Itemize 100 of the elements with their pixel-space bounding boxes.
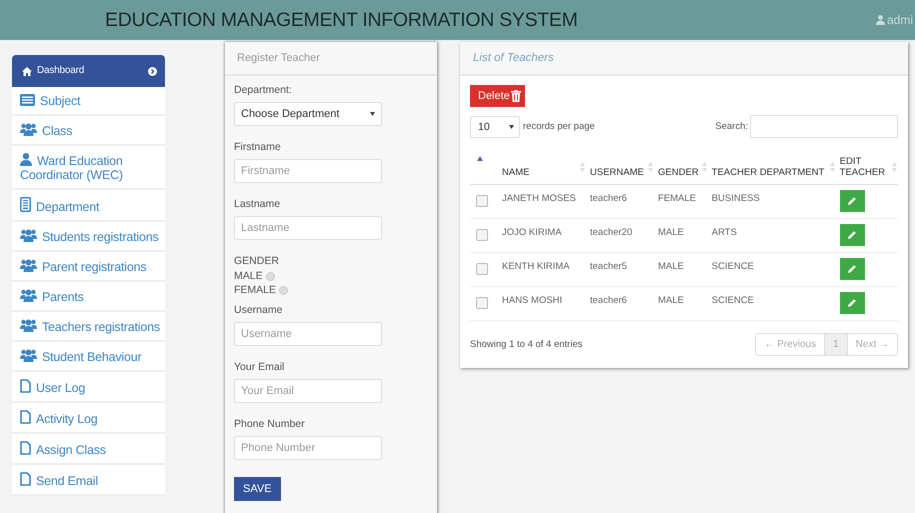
row-checkbox[interactable]	[476, 263, 488, 275]
table-cell: HANS MOSHI	[502, 295, 562, 306]
input-field[interactable]: Firstname	[234, 159, 382, 183]
table-cell: teacher20	[590, 227, 632, 238]
column-header[interactable]: NAME	[502, 167, 530, 178]
row-checkbox[interactable]	[476, 195, 488, 207]
file-icon	[20, 379, 31, 393]
table-cell: MALE	[658, 227, 684, 238]
sort-icon[interactable]	[830, 162, 835, 172]
sort-ascending-icon[interactable]	[477, 156, 483, 161]
table-cell: KENTH KIRIMA	[502, 261, 570, 272]
sort-icon[interactable]	[702, 162, 707, 172]
sidebar-item[interactable]: Send Email	[12, 465, 165, 496]
file-icon	[20, 441, 31, 455]
input-field[interactable]: Your Email	[234, 379, 382, 403]
sidebar-item[interactable]: Teachers registrations	[12, 312, 165, 342]
user-icon	[876, 15, 885, 25]
field-label: Your Email	[234, 361, 286, 373]
sidebar-item[interactable]: Subject	[12, 87, 165, 116]
row-checkbox[interactable]	[476, 297, 488, 309]
table-cell: ARTS	[712, 227, 737, 238]
field-label: Phone Number	[234, 418, 306, 430]
column-header[interactable]: TEACHER DEPARTMENT	[712, 167, 824, 178]
sort-icon[interactable]	[580, 162, 585, 172]
table-cell: teacher6	[590, 295, 627, 306]
edit-button[interactable]	[840, 258, 865, 280]
sidebar-item[interactable]: Ward Education Coordinator (WEC)	[12, 146, 165, 190]
sidebar-item[interactable]: Class	[12, 116, 165, 146]
users-icon	[20, 229, 37, 242]
field-label: Firstname	[234, 141, 282, 153]
pencil-icon	[848, 231, 856, 239]
app-title: EDUCATION MANAGEMENT INFORMATION SYSTEM	[105, 8, 579, 32]
caret-icon	[370, 112, 375, 116]
table-cell: MALE	[658, 295, 684, 306]
page-size-label: records per page	[523, 121, 595, 132]
sidebar-item[interactable]: Activity Log	[12, 403, 165, 434]
expand-icon	[148, 66, 157, 76]
table-cell: teacher6	[590, 193, 627, 204]
field-label: GENDER	[234, 255, 280, 267]
sidebar-item[interactable]: Parent registrations	[12, 252, 165, 282]
column-header[interactable]: GENDER	[658, 167, 699, 178]
department-select[interactable]: Choose Department	[234, 102, 382, 126]
option-label: FEMALE	[234, 284, 276, 296]
row-checkbox[interactable]	[476, 229, 488, 241]
sort-icon[interactable]	[648, 162, 653, 172]
radio-button[interactable]	[279, 286, 288, 294]
panel-title: Register Teacher	[225, 42, 437, 76]
field-label: Department:	[234, 84, 293, 96]
option-label: MALE	[234, 270, 263, 282]
input-field[interactable]: Lastname	[234, 216, 382, 240]
panel-title: List of Teachers	[460, 42, 908, 76]
pencil-icon	[848, 197, 856, 205]
save-button[interactable]: SAVE	[234, 477, 281, 501]
table-cell: SCIENCE	[712, 261, 754, 272]
users-icon	[20, 259, 37, 272]
input-field[interactable]: Phone Number	[234, 436, 382, 460]
input-field[interactable]: Username	[234, 322, 382, 346]
home-icon	[22, 66, 32, 76]
edit-button[interactable]	[840, 224, 865, 246]
dashboard-header[interactable]: Dashboard	[12, 55, 165, 87]
sidebar-item[interactable]: Parents	[12, 282, 165, 312]
table-cell: MALE	[658, 261, 684, 272]
user-menu[interactable]: admi	[876, 13, 915, 27]
user-icon	[20, 153, 32, 166]
table-cell: JANETH MOSES	[502, 193, 576, 204]
list-icon	[20, 94, 35, 106]
edit-button[interactable]	[840, 292, 865, 314]
radio-button[interactable]	[266, 272, 275, 280]
pencil-icon	[848, 299, 856, 307]
column-header[interactable]: USERNAME	[590, 167, 644, 178]
sort-icon[interactable]	[892, 162, 897, 172]
field-label: Username	[234, 304, 284, 316]
pencil-icon	[848, 265, 856, 273]
trash-icon	[510, 90, 521, 102]
sidebar-item[interactable]: Department	[12, 190, 165, 222]
caret-icon	[509, 124, 514, 128]
table-cell: FEMALE	[658, 193, 696, 204]
table-cell: JOJO KIRIMA	[502, 227, 562, 238]
field-label: Lastname	[234, 198, 282, 210]
entries-summary: Showing 1 to 4 of 4 entries	[470, 339, 582, 350]
page-size-select[interactable]: 10	[470, 116, 520, 138]
sidebar-item[interactable]: User Log	[12, 372, 165, 403]
file-icon	[20, 410, 31, 424]
search-field[interactable]	[750, 115, 898, 138]
sidebar-item[interactable]: Assign Class	[12, 434, 165, 465]
column-header[interactable]: EDIT TEACHER	[840, 156, 884, 178]
edit-button[interactable]	[840, 190, 865, 212]
sidebar-item[interactable]: Students registrations	[12, 222, 165, 252]
page-link[interactable]: 1	[824, 334, 847, 355]
users-icon	[20, 319, 37, 332]
users-icon	[20, 289, 37, 302]
table-cell: BUSINESS	[712, 193, 760, 204]
table-cell: teacher5	[590, 261, 627, 272]
sidebar-item[interactable]: Student Behaviour	[12, 342, 165, 372]
table-cell: SCIENCE	[712, 295, 754, 306]
file-icon	[20, 472, 31, 486]
users-icon	[20, 349, 37, 362]
users-icon	[20, 123, 37, 136]
search-label: Search:	[715, 121, 748, 132]
delete-button[interactable]: Delete	[470, 85, 525, 107]
